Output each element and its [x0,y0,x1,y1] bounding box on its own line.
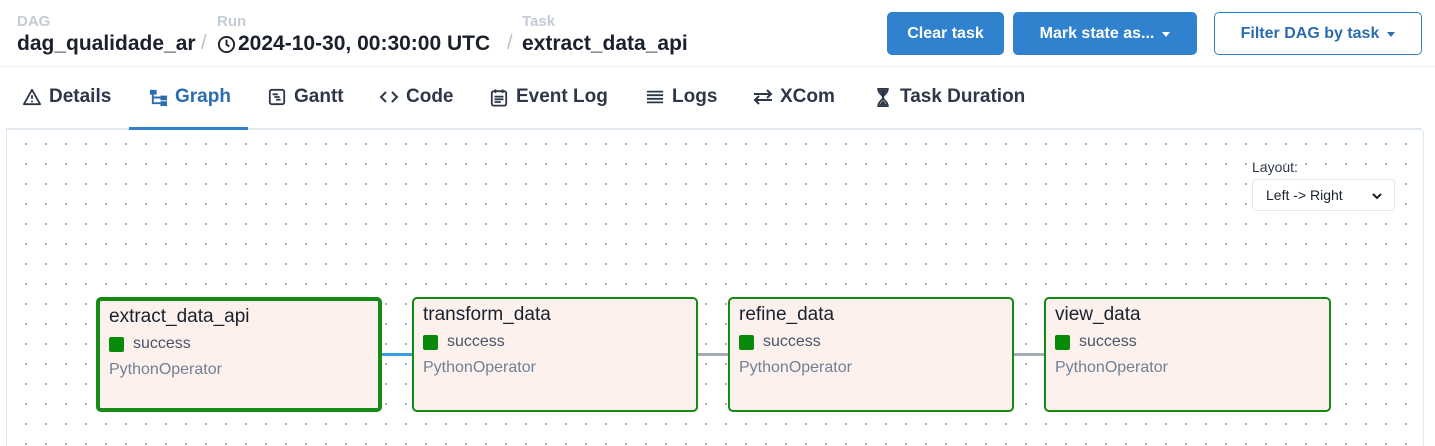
mark-state-label: Mark state as... [1039,24,1155,42]
tab-gantt[interactable]: Gantt [267,66,344,128]
breadcrumb-dag[interactable]: DAG dag_qualidade_ar [17,14,196,57]
task-node-status-text: success [447,333,505,350]
chevron-down-icon [1387,32,1396,37]
task-node-status: success [739,333,1012,351]
tab-label: Gantt [294,86,344,107]
mark-state-button[interactable]: Mark state as... [1013,12,1197,55]
task-node-extract-data-api[interactable]: extract_data_api success PythonOperator [96,297,382,412]
chevron-down-icon [1162,32,1171,37]
breadcrumb-dag-value[interactable]: dag_qualidade_ar [17,31,196,57]
clear-task-label: Clear task [907,24,984,42]
tab-xcom[interactable]: XCom [753,66,835,128]
task-node-transform-data[interactable]: transform_data success PythonOperator [412,297,698,412]
task-node-status: success [1055,333,1329,351]
breadcrumb-separator: / [507,32,513,54]
breadcrumb-run-label: Run [217,13,247,30]
clock-icon [217,35,236,54]
tab-logs[interactable]: Logs [645,66,717,128]
success-status-icon [109,336,124,352]
tab-label: Logs [672,86,718,107]
task-node-operator: PythonOperator [1055,359,1168,376]
success-status-icon [1055,334,1070,350]
task-node-name: transform_data [423,304,551,325]
graph-edge[interactable] [697,353,729,356]
xcom-icon [753,87,773,107]
layout-select-value: Left -> Right [1266,187,1343,203]
task-node-name: refine_data [739,304,835,325]
graph-edge[interactable] [1013,353,1045,356]
code-icon [379,87,399,107]
tab-label: Task Duration [900,86,1026,107]
breadcrumb-separator: / [201,32,207,54]
filter-dag-label: Filter DAG by task [1240,24,1380,42]
task-node-status-text: success [763,333,821,350]
tab-details[interactable]: Details [22,66,111,128]
task-node-status: success [109,335,378,353]
task-node-status: success [423,333,696,351]
success-status-icon [739,334,754,350]
breadcrumb-run-value-row[interactable]: 2024-10-30, 00:30:00 UTC [217,31,490,57]
graph-icon [148,87,168,107]
hourglass-icon [873,87,893,107]
breadcrumb-run[interactable]: Run 2024-10-30, 00:30:00 UTC [217,14,490,57]
task-node-operator: PythonOperator [109,361,222,378]
top-bar: DAG dag_qualidade_ar / Run 2024-10-30, 0… [0,0,1435,67]
event-log-icon [489,87,509,107]
tab-label: Event Log [516,86,608,107]
clear-task-button[interactable]: Clear task [887,12,1004,55]
tab-label: XCom [780,86,835,107]
task-node-view-data[interactable]: view_data success PythonOperator [1044,297,1331,412]
tab-code[interactable]: Code [379,66,454,128]
task-node-refine-data[interactable]: refine_data success PythonOperator [728,297,1014,412]
breadcrumb-run-value: 2024-10-30, 00:30:00 UTC [238,32,491,55]
filter-dag-button[interactable]: Filter DAG by task [1214,12,1422,55]
tab-task-duration[interactable]: Task Duration [873,66,1025,128]
breadcrumb-task[interactable]: Task extract_data_api [522,14,688,57]
task-node-name: extract_data_api [109,306,250,327]
task-node-status-text: success [1079,333,1137,350]
task-node-name: view_data [1055,304,1141,325]
breadcrumb-task-value[interactable]: extract_data_api [522,31,688,57]
breadcrumb-dag-label: DAG [17,13,51,30]
logs-icon [645,87,665,107]
task-node-status-text: success [133,335,191,352]
graph-edge-active[interactable] [380,353,413,356]
tab-bar: Details Graph Gantt Code Event Log Logs [0,66,1435,130]
tab-event-log[interactable]: Event Log [489,66,608,128]
task-node-operator: PythonOperator [739,359,852,376]
gantt-icon [267,87,287,107]
task-node-operator: PythonOperator [423,359,536,376]
tab-label: Graph [175,86,231,107]
breadcrumb-task-label: Task [522,13,556,30]
layout-select[interactable]: Left -> Right [1252,179,1395,211]
chevron-down-icon [1371,189,1383,205]
success-status-icon [423,334,438,350]
tab-graph[interactable]: Graph [148,66,231,128]
warning-triangle-icon [22,87,42,107]
tab-label: Code [406,86,454,107]
layout-label: Layout: [1252,159,1298,175]
tab-label: Details [49,86,112,107]
